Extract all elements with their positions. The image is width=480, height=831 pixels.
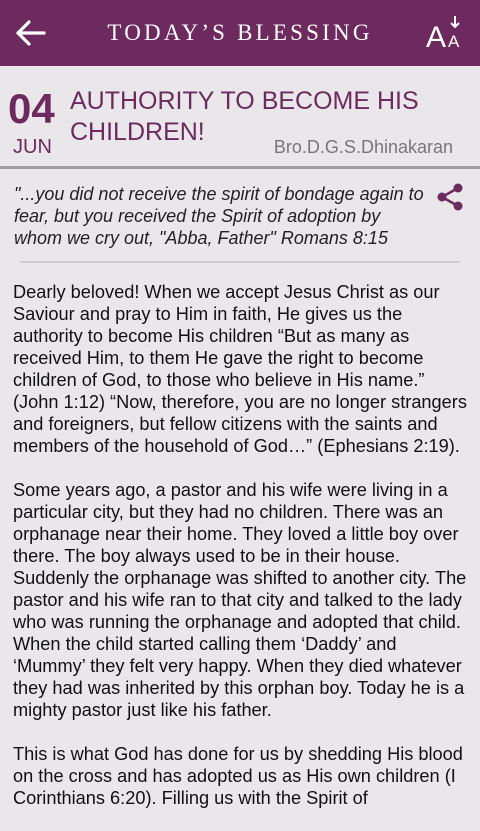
app-title: TODAY’S BLESSING [107,20,373,45]
svg-text:A: A [448,32,460,51]
app-bar: TODAY’S BLESSING A A [0,0,480,66]
share-icon [437,183,463,211]
message-body: Dearly beloved! When we accept Jesus Chr… [13,281,473,831]
key-verse: "...you did not receive the spirit of bo… [14,184,424,248]
author-name: Bro.D.G.S.Dhinakaran [273,137,453,157]
date-month: JUN [13,136,52,158]
date-day: 04 [8,85,55,132]
header-divider [0,166,480,169]
body-paragraph: Dearly beloved! When we accept Jesus Chr… [13,282,467,456]
share-button[interactable] [434,182,466,212]
verse-divider [20,261,460,263]
font-size-button[interactable]: A A [425,13,467,54]
text-size-icon: A A [426,16,460,54]
svg-text:A: A [426,21,446,51]
body-paragraph: This is what God has done for us by shed… [13,744,463,808]
body-paragraph: Some years ago, a pastor and his wife we… [13,480,467,720]
